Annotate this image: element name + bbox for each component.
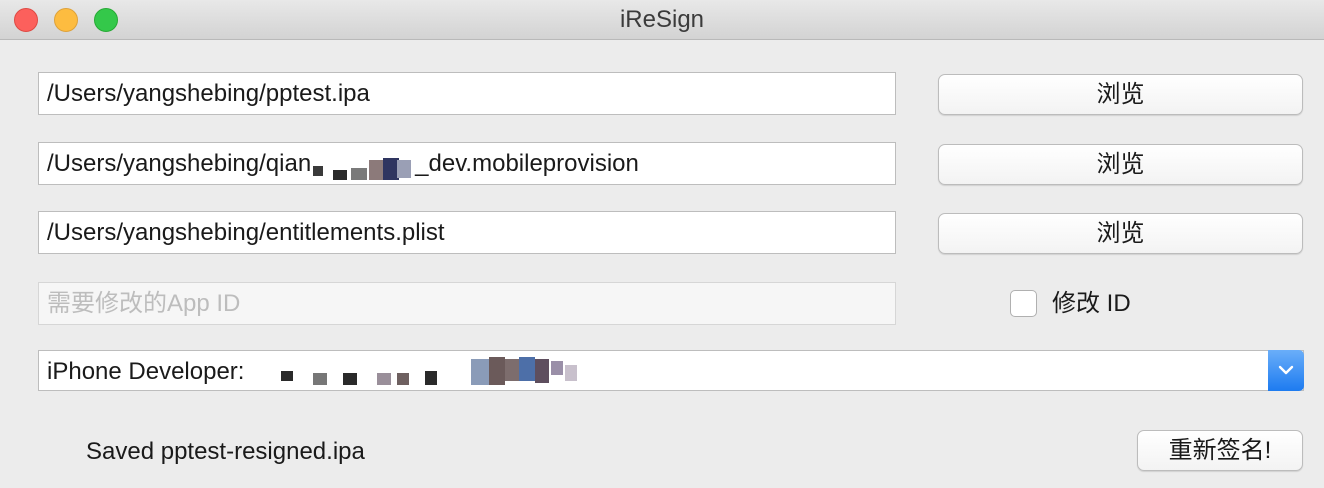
browse-entitlements-button[interactable]: 浏览 [938,213,1303,254]
provision-path-prefix: /Users/yangshebing/qian [47,150,312,177]
app-id-input[interactable]: 需要修改的App ID [38,282,896,325]
ipa-path-field[interactable]: /Users/yangshebing/pptest.ipa [38,72,896,115]
window-title: iReSign [619,6,705,33]
change-id-checkbox[interactable] [1010,290,1037,317]
certificate-prefix: iPhone Developer: [47,358,245,385]
browse-provision-button[interactable]: 浏览 [938,144,1303,185]
change-id-label: 修改 ID [1052,290,1131,317]
iresign-window: iReSign /Users/yangshebing/pptest.ipa 浏览… [0,0,1324,488]
redacted-segment [311,150,415,180]
certificate-select[interactable]: iPhone Developer: [38,350,1304,391]
browse-ipa-button[interactable]: 浏览 [938,74,1303,115]
certificate-selected-value: iPhone Developer: [47,351,244,392]
certificate-dropdown-button[interactable] [1268,350,1304,391]
provision-path-field[interactable]: /Users/yangshebing/qian _dev.mobileprovi… [38,142,896,185]
resign-button[interactable]: 重新签名! [1137,430,1303,471]
redacted-certificate-name [279,351,679,390]
provision-path-suffix: _dev.mobileprovision [415,150,639,177]
chevron-down-icon [1278,365,1294,375]
status-message: Saved pptest-resigned.ipa [86,438,365,465]
title-bar: iReSign [0,0,1324,40]
entitlements-path-field[interactable]: /Users/yangshebing/entitlements.plist [38,211,896,254]
